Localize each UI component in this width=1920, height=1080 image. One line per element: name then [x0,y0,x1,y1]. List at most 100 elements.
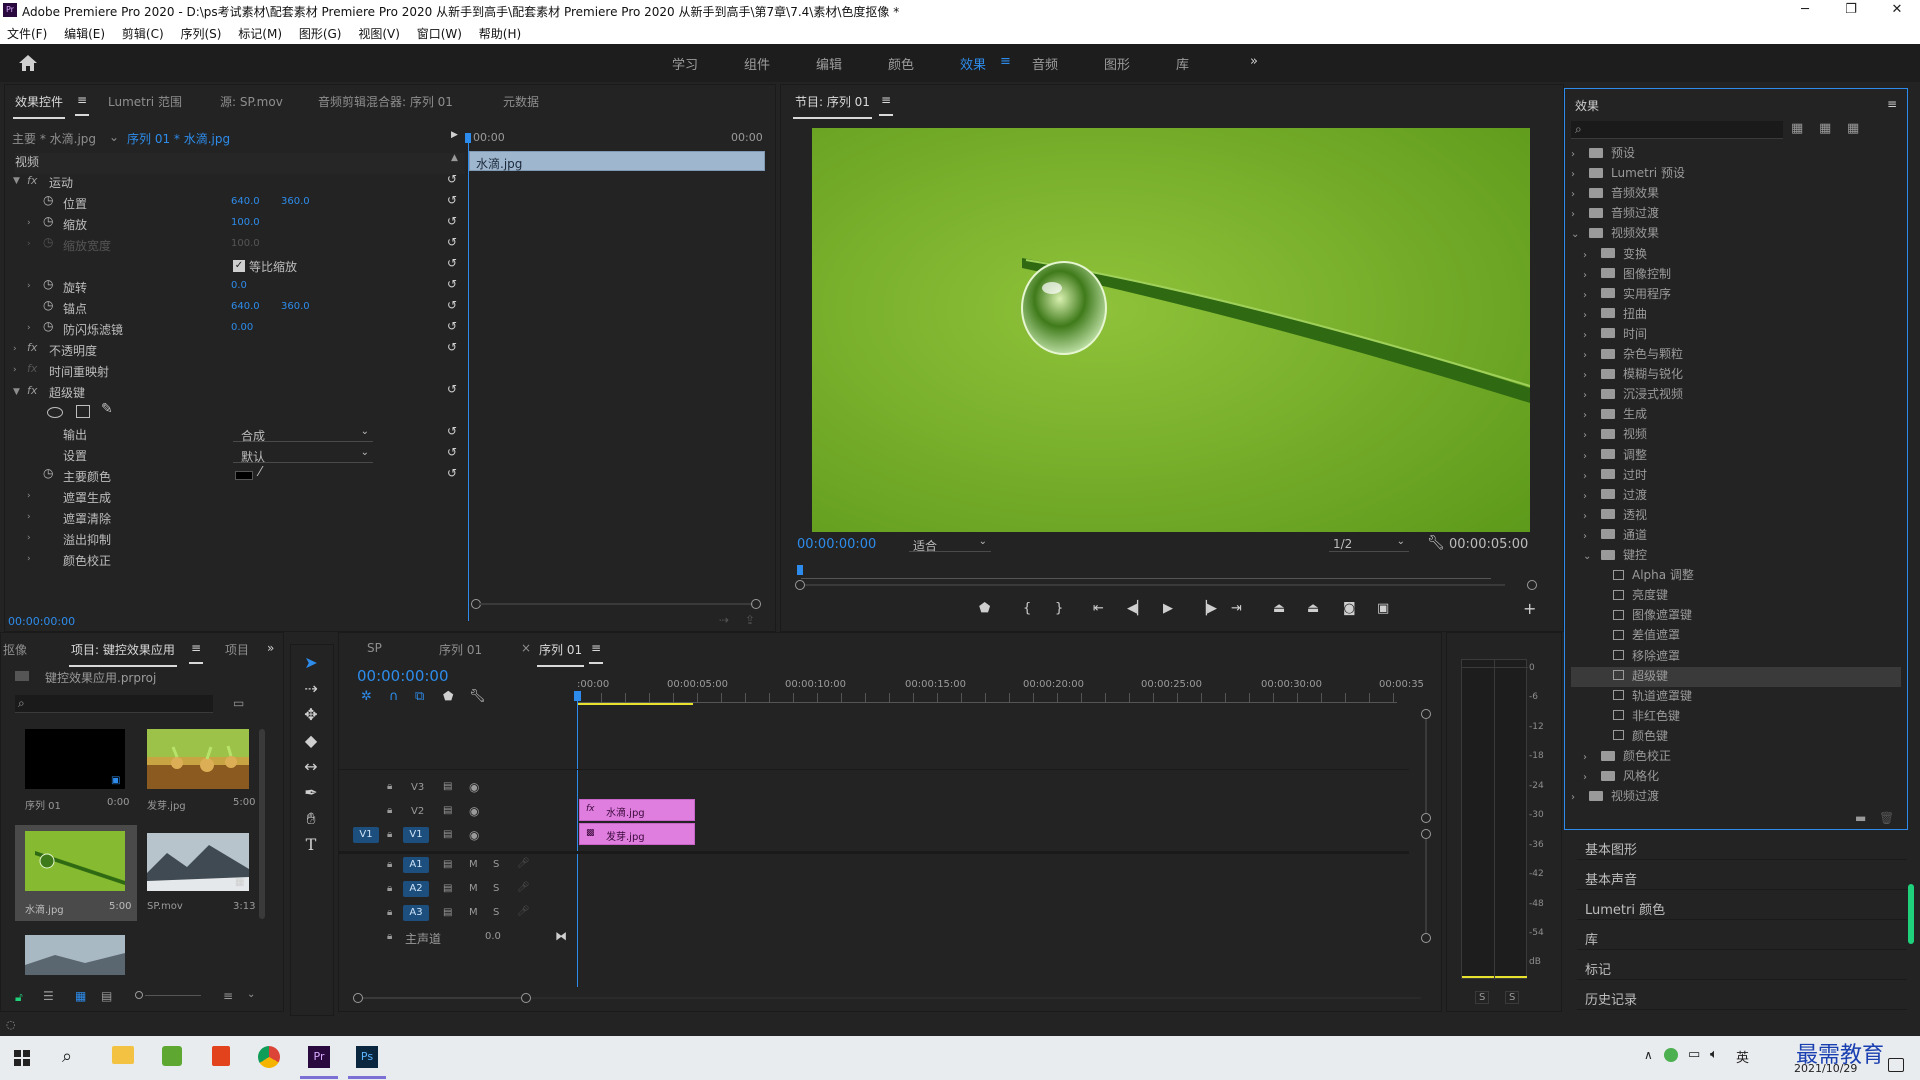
program-zoom-right[interactable] [1527,580,1537,590]
eye-icon[interactable]: ◉ [469,804,479,818]
effect-folder[interactable]: › 实用程序 [1571,285,1901,305]
zoom-handle-right[interactable] [751,599,761,609]
menu-marker[interactable]: 标记(M) [231,22,288,42]
ultra-key-expand-icon[interactable]: ▼ [13,387,20,397]
effect-folder[interactable]: › 视频过渡 [1571,787,1901,807]
effect-item[interactable]: 颜色键 [1571,727,1901,747]
go-to-out-icon[interactable]: ⇥ [1231,601,1242,616]
nest-icon[interactable]: ✲ [361,689,372,704]
v-scroll-handle-top[interactable] [1421,709,1431,719]
panel-essential-sound[interactable]: 基本声音 [1577,862,1907,890]
chevron-right-icon[interactable]: › [1583,491,1595,502]
reset-ultra-key-icon[interactable]: ↺ [447,382,457,396]
sequence-clip-label[interactable]: 序列 01 * 水滴.jpg [127,130,230,151]
lock-icon[interactable]: 🔒︎ [387,805,392,816]
sync-lock-icon[interactable]: ▤ [443,907,452,918]
extract-icon[interactable]: ⏏ [1307,601,1319,616]
effect-folder[interactable]: › Lumetri 预设 [1571,164,1901,184]
scale-value[interactable]: 100.0 [231,217,260,238]
menu-window[interactable]: 窗口(W) [410,22,468,42]
stopwatch-icon[interactable]: ◷ [43,298,53,319]
workspace-libraries[interactable]: 库 [1176,54,1189,73]
effect-item[interactable]: 图像遮罩键 [1571,606,1901,626]
clip-bar[interactable]: 水滴.jpg [469,151,765,171]
maximize-button[interactable]: ❐ [1828,0,1874,22]
chevron-right-icon[interactable]: › [1571,169,1583,180]
effect-item[interactable]: 超级键 [1571,666,1901,687]
notes-app-icon[interactable] [162,1046,182,1066]
effect-folder[interactable]: › 时间 [1571,325,1901,345]
color-correction-expand-icon[interactable]: › [27,554,31,564]
chevron-right-icon[interactable]: › [1571,209,1583,220]
effect-folder[interactable]: › 音频效果 [1571,184,1901,204]
tab-keying[interactable]: 抠像 [3,641,27,658]
chevron-right-icon[interactable]: › [1571,149,1583,160]
hand-tool-icon[interactable]: ✋︎ [299,807,323,831]
program-monitor-title[interactable]: 节目: 序列 01 [793,93,872,119]
tab-effect-controls[interactable]: 效果控件 [12,93,66,119]
scale-expand-icon[interactable]: › [27,218,31,228]
effect-folder[interactable]: › 透视 [1571,506,1901,526]
stopwatch-icon[interactable]: ◷ [43,466,53,487]
position-y-value[interactable]: 360.0 [281,196,310,217]
chevron-down-icon[interactable]: ⌄ [1583,551,1595,562]
go-to-edit-icon[interactable]: ⧓ [555,929,567,943]
menu-help[interactable]: 帮助(H) [472,22,527,42]
reset-scale-icon[interactable]: ↺ [447,214,457,228]
output-dropdown[interactable]: 合成 ⌄ [233,426,373,443]
step-back-icon[interactable]: ◀▏ [1127,601,1147,616]
project-search-input[interactable]: ⌕ [15,695,213,713]
zoom-slider-handle[interactable] [135,991,143,999]
solo-a2-button[interactable]: S [493,883,499,894]
matte-cleanup-expand-icon[interactable]: › [27,512,31,522]
v-scroll-handle-audio[interactable] [1421,829,1431,839]
chevron-right-icon[interactable]: › [1583,410,1595,421]
slip-tool-icon[interactable]: ↔ [299,755,323,779]
workspace-graphics[interactable]: 图形 [1104,54,1130,73]
sort-icon[interactable]: ≡ [223,989,233,1003]
key-color-swatch[interactable] [235,471,253,480]
effect-item[interactable]: 亮度键 [1571,586,1901,606]
track-a1-label[interactable]: A1 [403,857,429,873]
eye-icon[interactable]: ◉ [469,780,479,794]
h-scroll-left[interactable] [353,993,363,1003]
effect-item[interactable]: 轨道遮罩键 [1571,687,1901,707]
antiflicker-value[interactable]: 0.00 [231,322,253,343]
workspace-menu-icon[interactable]: ≡ [1000,54,1011,69]
program-zoom-bar[interactable] [805,584,1505,586]
master-volume-value[interactable]: 0.0 [485,931,501,942]
position-x-value[interactable]: 640.0 [231,196,260,217]
effect-folder[interactable]: › 图像控制 [1571,265,1901,285]
lift-icon[interactable]: ⏏ [1273,601,1285,616]
reset-scale-width-icon[interactable]: ↺ [447,235,457,249]
effect-folder[interactable]: › 风格化 [1571,767,1901,787]
track-a3-label[interactable]: A3 [403,905,429,921]
program-video-frame[interactable] [812,128,1530,532]
32bit-effects-icon[interactable]: ▦ [1819,121,1831,136]
effects-panel-title[interactable]: 效果 [1575,97,1599,114]
reset-uniform-icon[interactable]: ↺ [447,256,457,270]
v-scroll-video[interactable] [1425,719,1427,813]
microphone-icon[interactable]: 🎤︎ [517,906,530,917]
solo-left-button[interactable]: S [1475,991,1490,1004]
chevron-right-icon[interactable]: › [1583,370,1595,381]
reset-key-color-icon[interactable]: ↺ [447,466,457,480]
work-area-bar[interactable] [577,703,693,705]
mark-out-icon[interactable]: } [1055,601,1063,616]
sync-lock-icon[interactable]: ▤ [443,859,452,870]
program-playhead[interactable] [797,565,803,575]
ime-indicator[interactable]: 英 [1736,1047,1749,1066]
chevron-right-icon[interactable]: › [1583,390,1595,401]
workspace-effects[interactable]: 效果 [960,54,986,73]
workspace-editing[interactable]: 编辑 [816,54,842,73]
menu-graphics[interactable]: 图形(G) [292,22,348,42]
sync-lock-icon[interactable]: ▤ [443,805,452,816]
close-button[interactable]: ✕ [1874,0,1920,22]
mark-in-icon[interactable]: { [1023,601,1031,616]
reset-anchor-icon[interactable]: ↺ [447,298,457,312]
effect-item[interactable]: 非红色键 [1571,707,1901,727]
zoom-slider[interactable] [145,995,201,996]
panel-menu-icon[interactable]: ≡ [188,641,204,664]
accelerated-effects-icon[interactable]: ▦ [1791,121,1803,136]
program-zoom-left[interactable] [795,580,805,590]
